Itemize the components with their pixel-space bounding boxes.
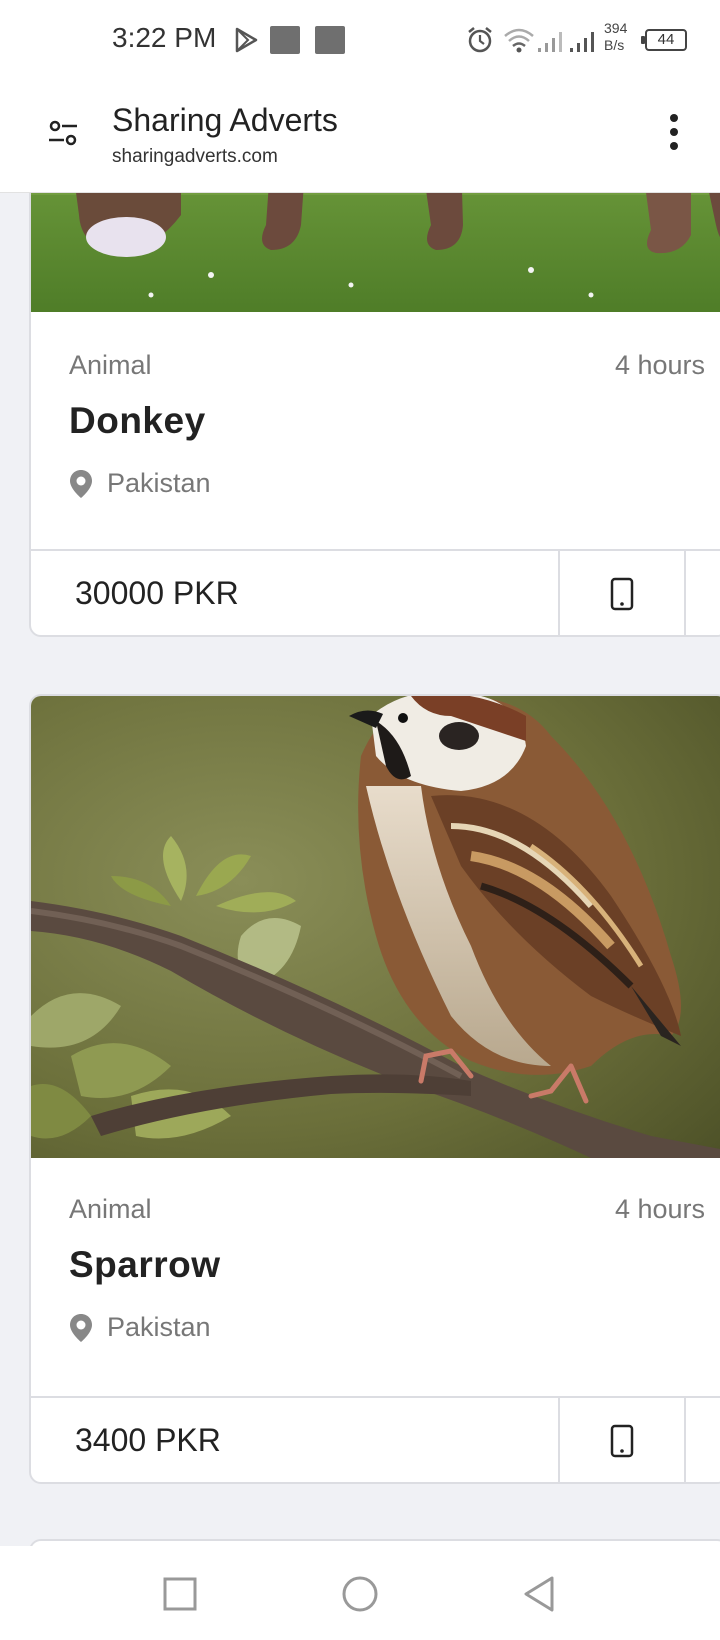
listing-price: 30000 PKR (75, 575, 239, 611)
status-bar: 3:22 PM 394 B/s 44 (0, 0, 720, 80)
wifi-icon (504, 28, 534, 53)
alarm-icon (468, 27, 492, 53)
site-url: sharingadverts.com (112, 146, 278, 167)
listing-footer: 3400 PKR (31, 1396, 720, 1482)
phone-icon (610, 577, 634, 611)
recent-apps-icon[interactable] (158, 1572, 202, 1616)
listing-title[interactable]: Sparrow (69, 1244, 221, 1286)
location-pin-icon (70, 1313, 92, 1342)
app-header: Sharing Adverts sharingadverts.com (0, 80, 720, 193)
signal-icon (570, 32, 594, 52)
signal-icon (538, 32, 562, 52)
listing-location: Pakistan (69, 1312, 211, 1343)
listing-location-text: Pakistan (107, 468, 211, 498)
listing-location: Pakistan (69, 468, 211, 499)
listing-location-text: Pakistan (107, 1312, 211, 1342)
listing-footer: 30000 PKR (31, 549, 720, 635)
call-button[interactable] (558, 551, 686, 635)
back-icon[interactable] (518, 1572, 562, 1616)
call-button[interactable] (558, 1398, 686, 1482)
play-store-icon (235, 27, 258, 53)
network-speed-value: 394 (604, 20, 628, 36)
listing-time: 4 hours (614, 1194, 705, 1224)
battery-icon: 44 (641, 29, 687, 51)
system-nav-bar (0, 1546, 720, 1640)
listing-image[interactable] (31, 193, 720, 312)
home-icon[interactable] (338, 1572, 382, 1616)
listing-card[interactable] (29, 1539, 720, 1546)
sparrow-photo (31, 696, 720, 1158)
notification-icon (270, 26, 300, 54)
site-title: Sharing Adverts (112, 102, 338, 138)
listing-category: Animal (69, 1194, 152, 1224)
donkey-photo (31, 193, 720, 312)
status-time: 3:22 PM (112, 22, 217, 53)
listing-image[interactable] (31, 696, 720, 1158)
location-pin-icon (70, 469, 92, 498)
listing-card[interactable]: Animal 4 hours Sparrow Pakistan 3400 PKR (29, 694, 720, 1484)
listing-time: 4 hours (614, 350, 705, 380)
network-speed: 394 B/s (604, 20, 627, 54)
listing-title[interactable]: Donkey (69, 400, 206, 442)
more-options-icon[interactable] (660, 110, 688, 154)
listing-price: 3400 PKR (75, 1422, 221, 1458)
network-speed-unit: B/s (604, 37, 625, 53)
notification-icon (315, 26, 345, 54)
phone-icon (610, 1424, 634, 1458)
listing-category: Animal (69, 350, 152, 380)
listing-card[interactable]: Animal 4 hours Donkey Pakistan 30000 PKR (29, 193, 720, 637)
filter-icon[interactable] (46, 116, 80, 150)
listings-feed[interactable]: Animal 4 hours Donkey Pakistan 30000 PKR (0, 193, 720, 1546)
